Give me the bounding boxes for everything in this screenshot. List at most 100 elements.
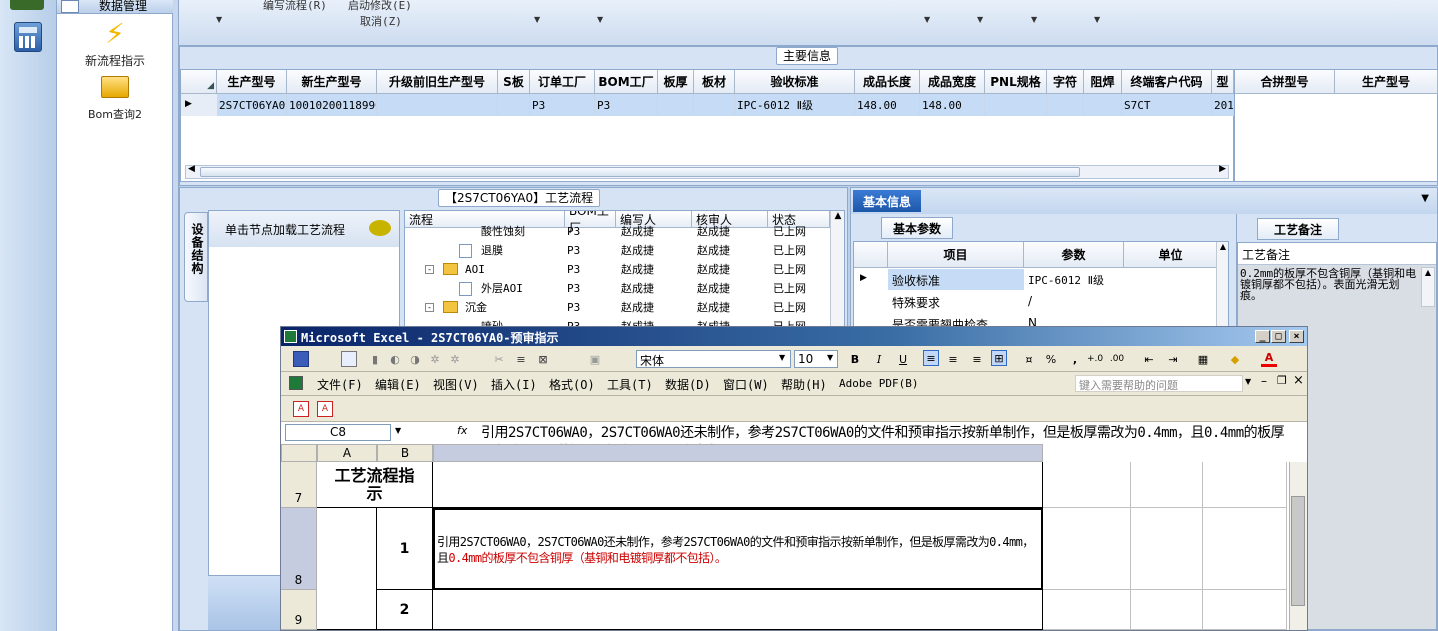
cell-a7[interactable]: 工艺流程指示	[317, 462, 433, 508]
increase-decimal-button[interactable]: +.0	[1087, 351, 1103, 367]
row-header-7[interactable]: 7	[281, 462, 317, 508]
column-header-b[interactable]: B	[377, 444, 433, 462]
image-size-icon[interactable]: ⊠	[535, 351, 551, 367]
tab-basic-params[interactable]: 基本参数	[881, 217, 953, 239]
flow-row[interactable]: 外层AOI P3 赵成捷 赵成捷 已上网	[405, 279, 830, 298]
calculator-icon[interactable]	[14, 22, 42, 52]
column-header-c[interactable]	[433, 444, 1043, 462]
maximize-button[interactable]: □	[1271, 330, 1286, 343]
cell[interactable]	[658, 94, 694, 116]
column-header-a[interactable]: A	[317, 444, 377, 462]
menu-adobe-pdf[interactable]: Adobe PDF(B)	[839, 377, 918, 390]
tab-process-remark[interactable]: 工艺备注	[1257, 218, 1339, 240]
cell[interactable]: IPC-6012 Ⅱ级	[735, 94, 855, 116]
col-header[interactable]: 终端客户代码	[1122, 70, 1212, 94]
menu-window[interactable]: 窗口(W)	[723, 376, 769, 393]
effect-icon[interactable]: ✲	[427, 351, 443, 367]
font-color-icon[interactable]: A	[1261, 351, 1277, 367]
dropdown-arrow-icon[interactable]: ▼	[779, 353, 785, 362]
param-item[interactable]: 验收标准	[892, 272, 940, 289]
horizontal-scrollbar[interactable]: ◀ ▶	[185, 164, 1229, 179]
close-button[interactable]: ×	[1289, 330, 1304, 343]
col-header[interactable]: 订单工厂	[530, 70, 595, 94]
percent-button[interactable]: %	[1043, 351, 1059, 367]
start-modify-button[interactable]: 启动修改(E)	[348, 0, 412, 13]
col-header[interactable]: 成品长度	[855, 70, 920, 94]
param-item[interactable]: 特殊要求	[892, 294, 940, 311]
fill-color-icon[interactable]: ◆	[1227, 351, 1243, 367]
cell-a8[interactable]	[317, 508, 377, 630]
decrease-decimal-button[interactable]: .00	[1109, 351, 1125, 367]
cell[interactable]	[1203, 508, 1287, 590]
col-header[interactable]: 板材	[694, 70, 735, 94]
select-all-corner[interactable]	[281, 444, 317, 462]
col-header[interactable]: 成品宽度	[920, 70, 985, 94]
cell[interactable]: P3	[530, 94, 595, 116]
bold-button[interactable]: B	[847, 351, 863, 367]
vertical-scrollbar[interactable]: ▲	[830, 211, 844, 329]
flow-row[interactable]: - 沉金 P3 赵成捷 赵成捷 已上网	[405, 298, 830, 317]
borders-icon[interactable]: ▦	[1195, 351, 1211, 367]
help-search-input[interactable]: 键入需要帮助的问题	[1075, 375, 1243, 392]
col-header[interactable]: 型	[1212, 70, 1234, 94]
menu-tools[interactable]: 工具(T)	[607, 376, 653, 393]
cell[interactable]: 10010200118996	[287, 94, 377, 116]
cell[interactable]: P3	[595, 94, 658, 116]
cell[interactable]	[1203, 590, 1287, 630]
pdf-mail-icon[interactable]: A	[317, 401, 333, 417]
col-header[interactable]: 生产型号	[1335, 70, 1438, 94]
decrease-indent-button[interactable]: ⇤	[1141, 351, 1157, 367]
flow-row[interactable]: 酸性蚀刻 P3 赵成捷 赵成捷 已上网	[405, 222, 830, 241]
param-value[interactable]: /	[1028, 294, 1032, 308]
cell[interactable]	[694, 94, 735, 116]
nav-item-bom-query[interactable]: Bom查询2	[57, 106, 173, 122]
pdf-icon[interactable]: A	[293, 401, 309, 417]
scroll-right-icon[interactable]: ▶	[1219, 164, 1226, 174]
col-header[interactable]: PNL规格	[985, 70, 1047, 94]
module-icon-top[interactable]	[10, 0, 44, 10]
menu-insert[interactable]: 插入(I)	[491, 376, 537, 393]
currency-icon[interactable]: ¤	[1021, 351, 1037, 367]
merge-center-button[interactable]: ⊞	[991, 350, 1007, 366]
comma-button[interactable]: ,	[1067, 351, 1083, 367]
shape-icon[interactable]: ◑	[407, 351, 423, 367]
param-value[interactable]: IPC-6012 Ⅱ级	[1028, 272, 1104, 288]
col-header[interactable]: S板	[498, 70, 530, 94]
cell[interactable]	[498, 94, 530, 116]
cell[interactable]: S7CT	[1122, 94, 1212, 116]
cell[interactable]: 201	[1212, 94, 1234, 116]
vertical-scrollbar[interactable]: ▲	[1216, 242, 1228, 326]
dropdown-arrow-icon[interactable]: ▼	[827, 353, 833, 362]
minimize-button[interactable]: _	[1255, 330, 1270, 343]
cell[interactable]: 148.00	[920, 94, 985, 116]
col-header[interactable]: 新生产型号	[287, 70, 377, 94]
cell[interactable]: 2S7CT06YA0	[217, 94, 287, 116]
col-header[interactable]: 字符	[1047, 70, 1084, 94]
flow-row[interactable]: - AOI P3 赵成捷 赵成捷 已上网	[405, 260, 830, 279]
cell[interactable]	[1131, 508, 1203, 590]
cell[interactable]	[1131, 590, 1203, 630]
scrollbar-thumb[interactable]	[1291, 496, 1305, 606]
cell[interactable]	[1131, 462, 1203, 508]
italic-button[interactable]: I	[871, 351, 887, 367]
dropdown-arrow-icon[interactable]: ▼	[977, 15, 983, 24]
edit-flow-button[interactable]: 编写流程(R)	[263, 0, 327, 13]
increase-indent-button[interactable]: ⇥	[1165, 351, 1181, 367]
col-header[interactable]: 项目	[888, 242, 1024, 268]
dropdown-arrow-icon[interactable]: ▼	[1094, 15, 1100, 24]
dropdown-arrow-icon[interactable]: ▼	[597, 15, 603, 24]
remark-text[interactable]: 0.2mm的板厚不包含铜厚（基铜和电镀铜厚都不包括）。表面光滑无划痕。	[1240, 268, 1418, 301]
cancel-button[interactable]: 取消(Z)	[360, 13, 402, 29]
lightning-icon[interactable]: ⚡	[101, 17, 129, 50]
col-header[interactable]: 升级前旧生产型号	[377, 70, 498, 94]
dropdown-arrow-icon[interactable]: ▼	[216, 15, 222, 24]
scrollbar-thumb[interactable]	[200, 167, 1080, 177]
dropdown-arrow-icon[interactable]: ▼	[924, 15, 930, 24]
cell-b9[interactable]: 2	[377, 590, 433, 630]
underline-button[interactable]: U	[895, 351, 911, 367]
cell[interactable]	[1203, 462, 1287, 508]
cell[interactable]	[1043, 508, 1131, 590]
basic-info-title[interactable]: 基本信息	[853, 190, 921, 212]
menu-help[interactable]: 帮助(H)	[781, 376, 827, 393]
menu-data[interactable]: 数据(D)	[665, 376, 711, 393]
